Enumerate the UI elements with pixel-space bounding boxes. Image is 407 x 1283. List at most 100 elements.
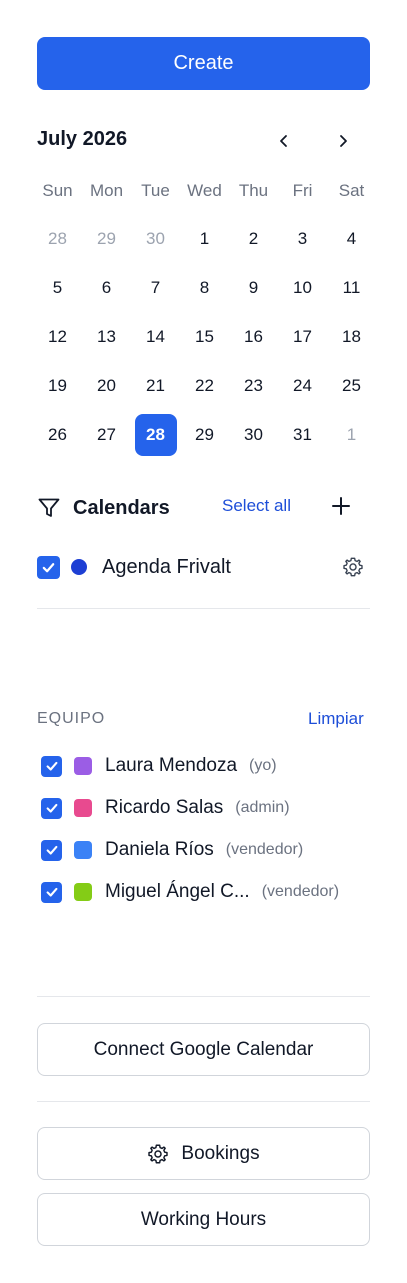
member-name: Laura Mendoza	[105, 755, 238, 776]
chevron-right-icon	[340, 135, 347, 147]
weekday-label: Tue	[141, 181, 170, 200]
team-member-row[interactable]: Miguel Ángel C... (vendedor)	[41, 871, 381, 913]
weekday-label: Mon	[89, 181, 124, 200]
team-member-row[interactable]: Ricardo Salas (admin)	[41, 787, 381, 829]
calendar-day[interactable]: 31	[282, 414, 324, 456]
calendar-day[interactable]: 8	[184, 267, 226, 309]
gear-icon[interactable]	[342, 556, 364, 578]
member-role: (admin)	[235, 799, 290, 816]
calendar-day[interactable]: 1	[184, 218, 226, 260]
member-name: Miguel Ángel C...	[105, 881, 250, 902]
working-hours-label: Working Hours	[140, 1208, 267, 1230]
member-name: Ricardo Salas	[105, 797, 224, 818]
calendar-week-row: 28 29 30 1 2 3 4	[33, 214, 383, 263]
calendar-day[interactable]: 27	[86, 414, 128, 456]
member-name: Daniela Ríos	[105, 839, 214, 860]
team-member-row[interactable]: Laura Mendoza (yo)	[41, 745, 381, 787]
calendar-day[interactable]: 6	[86, 267, 128, 309]
team-list: Laura Mendoza (yo) Ricardo Salas (admin)…	[41, 745, 381, 913]
calendar-day[interactable]: 22	[184, 365, 226, 407]
weekday-label: Sun	[42, 181, 73, 200]
check-icon	[46, 803, 57, 813]
bookings-button[interactable]: Bookings	[37, 1127, 370, 1180]
calendar-day[interactable]: 12	[37, 316, 79, 358]
calendar-day[interactable]: 21	[135, 365, 177, 407]
member-checkbox[interactable]	[41, 881, 62, 903]
weekday-label: Fri	[292, 181, 313, 200]
add-calendar-button[interactable]	[329, 494, 353, 518]
create-button[interactable]: Create	[37, 37, 370, 90]
divider	[37, 996, 370, 997]
clear-team-link[interactable]: Limpiar	[308, 709, 364, 729]
calendar-day-selected[interactable]: 28	[134, 413, 177, 456]
weekday-label: Sat	[338, 181, 365, 200]
calendar-day[interactable]: 1	[331, 414, 373, 456]
calendar-day[interactable]: 29	[184, 414, 226, 456]
check-icon	[46, 845, 57, 855]
calendar-day[interactable]: 2	[233, 218, 275, 260]
bookings-label: Bookings	[181, 1142, 260, 1164]
check-icon	[46, 761, 57, 771]
calendar-item-agenda[interactable]: Agenda Frivalt	[37, 553, 370, 581]
calendar-day[interactable]: 4	[331, 218, 373, 260]
connect-google-calendar-label: Connect Google Calendar	[93, 1038, 314, 1060]
calendar-week-row: 5 6 7 8 9 10 11	[33, 263, 383, 312]
member-checkbox[interactable]	[41, 755, 62, 777]
calendar-day[interactable]: 14	[135, 316, 177, 358]
calendar-day[interactable]: 20	[86, 365, 128, 407]
team-title: EQUIPO	[37, 710, 106, 727]
member-role: (yo)	[249, 757, 277, 774]
member-color-swatch	[74, 799, 92, 817]
calendar-day[interactable]: 9	[233, 267, 275, 309]
calendar-checkbox[interactable]	[37, 555, 60, 579]
calendar-day[interactable]: 7	[135, 267, 177, 309]
plus-icon	[332, 497, 350, 515]
prev-month-button[interactable]	[271, 126, 297, 156]
member-role: (vendedor)	[261, 883, 340, 900]
filter-icon[interactable]	[37, 496, 61, 520]
member-color-swatch	[74, 841, 92, 859]
calendar-day[interactable]: 17	[282, 316, 324, 358]
calendar-day[interactable]: 18	[331, 316, 373, 358]
calendar-week-row: 19 20 21 22 23 24 25	[33, 361, 383, 410]
weekday-label: Thu	[238, 181, 269, 200]
calendar-day[interactable]: 25	[331, 365, 373, 407]
calendar-day[interactable]: 16	[233, 316, 275, 358]
select-all-link[interactable]: Select all	[222, 496, 291, 516]
calendar-day[interactable]: 5	[37, 267, 79, 309]
member-color-swatch	[74, 757, 92, 775]
calendar-day[interactable]: 3	[282, 218, 324, 260]
member-checkbox[interactable]	[41, 839, 62, 861]
member-color-swatch	[74, 883, 92, 901]
calendar-day[interactable]: 24	[282, 365, 324, 407]
calendar-day[interactable]: 30	[233, 414, 275, 456]
check-icon	[46, 887, 57, 897]
month-title: July 2026	[37, 128, 128, 150]
calendar-day[interactable]: 29	[86, 218, 128, 260]
calendar-day[interactable]: 10	[282, 267, 324, 309]
calendar-day[interactable]: 26	[37, 414, 79, 456]
calendar-day[interactable]: 15	[184, 316, 226, 358]
divider	[37, 608, 370, 609]
calendar-day[interactable]: 23	[233, 365, 275, 407]
mini-calendar: Sun Mon Tue Wed Thu Fri Sat 28 29 30 1 2 3 4 5 6…	[33, 168, 383, 459]
member-role: (vendedor)	[225, 841, 304, 858]
calendar-color-dot	[71, 559, 87, 575]
calendar-week-row: 26 27 28 29 30 31 1	[33, 410, 383, 459]
next-month-button[interactable]	[330, 126, 356, 156]
calendar-day[interactable]: 19	[37, 365, 79, 407]
check-icon	[42, 562, 55, 572]
calendar-day[interactable]: 28	[37, 218, 79, 260]
team-member-row[interactable]: Daniela Ríos (vendedor)	[41, 829, 381, 871]
connect-google-calendar-button[interactable]: Connect Google Calendar	[37, 1023, 370, 1076]
calendar-item-label: Agenda Frivalt	[102, 555, 231, 578]
calendar-day[interactable]: 30	[135, 218, 177, 260]
weekday-header: Sun Mon Tue Wed Thu Fri Sat	[33, 168, 383, 214]
calendar-day[interactable]: 11	[331, 267, 373, 309]
member-checkbox[interactable]	[41, 797, 62, 819]
calendar-week-row: 12 13 14 15 16 17 18	[33, 312, 383, 361]
calendar-day[interactable]: 13	[86, 316, 128, 358]
calendars-title: Calendars	[73, 496, 170, 519]
chevron-left-icon	[280, 135, 287, 147]
working-hours-button[interactable]: Working Hours	[37, 1193, 370, 1246]
